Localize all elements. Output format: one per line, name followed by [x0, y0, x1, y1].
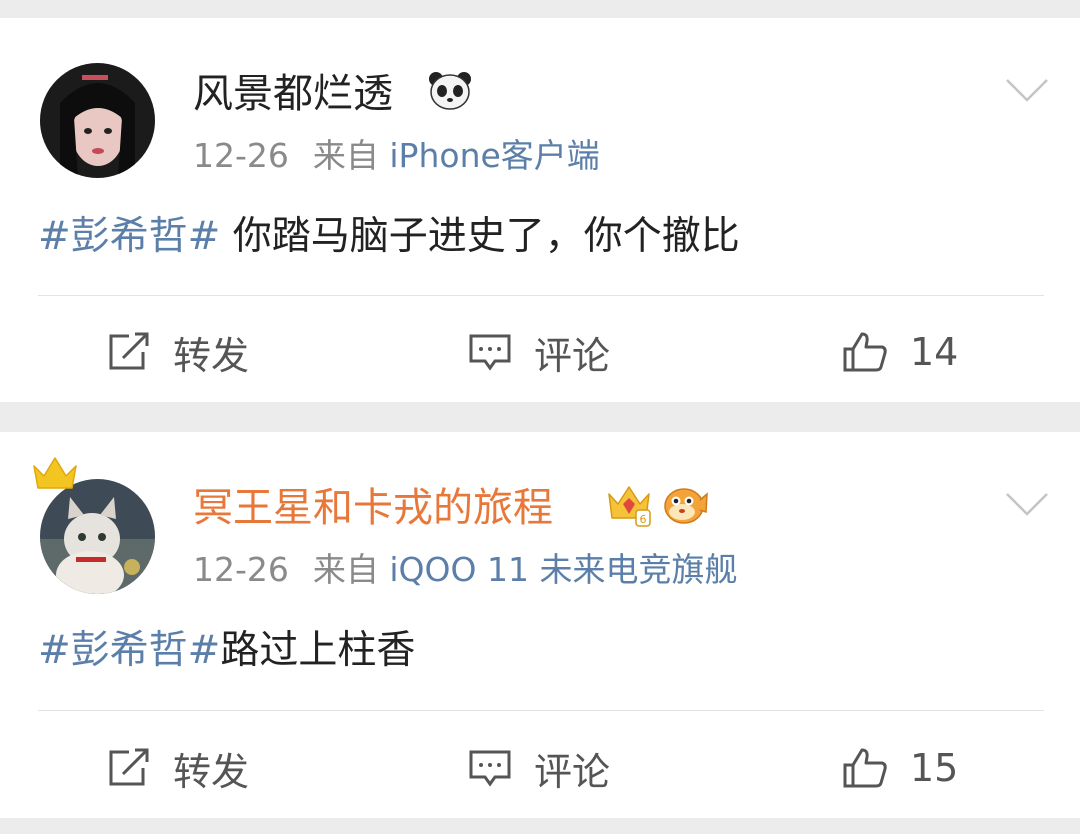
like-count: 15: [910, 746, 959, 790]
repost-icon: [107, 748, 151, 788]
username[interactable]: 冥王星和卡戎的旅程: [193, 484, 553, 532]
post-actions: 转发 评论 15: [0, 740, 1080, 796]
post-meta: 12-26 来自 iPhone客户端: [193, 136, 600, 176]
comment-button[interactable]: 评论: [468, 740, 610, 796]
post-content: #彭希哲#路过上柱香: [38, 628, 415, 674]
repost-icon: [107, 332, 151, 372]
like-button[interactable]: 14: [842, 324, 958, 380]
weibo-post-card: 风景都烂透 12-26 来自 iPhone客户端 #彭希哲# 你踏马脑子进史了，你…: [0, 18, 1080, 402]
weibo-post-card: 冥王星和卡戎的旅程 6 12-26 来自 iQOO 11 未来电竞旗舰 #彭希哲…: [0, 432, 1080, 818]
repost-button[interactable]: 转发: [107, 740, 249, 796]
comment-label: 评论: [534, 333, 611, 378]
post-date: 12-26: [193, 136, 289, 175]
from-label: 来自: [312, 550, 379, 589]
svg-text:6: 6: [640, 513, 647, 526]
thumbs-up-icon: [842, 747, 888, 789]
divider: [38, 295, 1044, 296]
comment-icon: [468, 332, 512, 372]
post-content: #彭希哲# 你踏马脑子进史了，你个撤比: [38, 214, 740, 260]
thumbs-up-icon: [842, 331, 888, 373]
comment-icon: [468, 748, 512, 788]
panda-icon: [428, 70, 472, 114]
like-count: 14: [910, 330, 959, 374]
chevron-down-icon[interactable]: [1005, 78, 1049, 108]
repost-label: 转发: [173, 749, 250, 794]
post-date: 12-26: [193, 550, 289, 589]
divider: [38, 710, 1044, 711]
comment-label: 评论: [534, 749, 611, 794]
post-text: 路过上柱香: [220, 628, 416, 673]
post-actions: 转发 评论 14: [0, 324, 1080, 380]
avatar[interactable]: [40, 63, 155, 178]
chevron-down-icon[interactable]: [1005, 492, 1049, 522]
repost-label: 转发: [173, 333, 250, 378]
avatar[interactable]: [40, 479, 155, 594]
from-label: 来自: [312, 136, 379, 175]
username[interactable]: 风景都烂透: [193, 70, 393, 118]
vip-crown-icon: [30, 454, 80, 496]
topic-tag[interactable]: #彭希哲#: [38, 628, 220, 673]
comment-button[interactable]: 评论: [468, 324, 610, 380]
post-source[interactable]: iPhone客户端: [389, 136, 599, 175]
user-badges: 6: [606, 484, 708, 532]
post-source[interactable]: iQOO 11 未来电竞旗舰: [389, 550, 737, 589]
like-button[interactable]: 15: [842, 740, 958, 796]
pufferfish-icon: [660, 484, 708, 532]
topic-tag[interactable]: #彭希哲#: [38, 214, 220, 259]
repost-button[interactable]: 转发: [107, 324, 249, 380]
post-meta: 12-26 来自 iQOO 11 未来电竞旗舰: [193, 550, 737, 590]
vip-crown-badge-icon: 6: [606, 484, 652, 532]
post-text: 你踏马脑子进史了，你个撤比: [220, 214, 740, 259]
user-badges: [428, 70, 472, 114]
